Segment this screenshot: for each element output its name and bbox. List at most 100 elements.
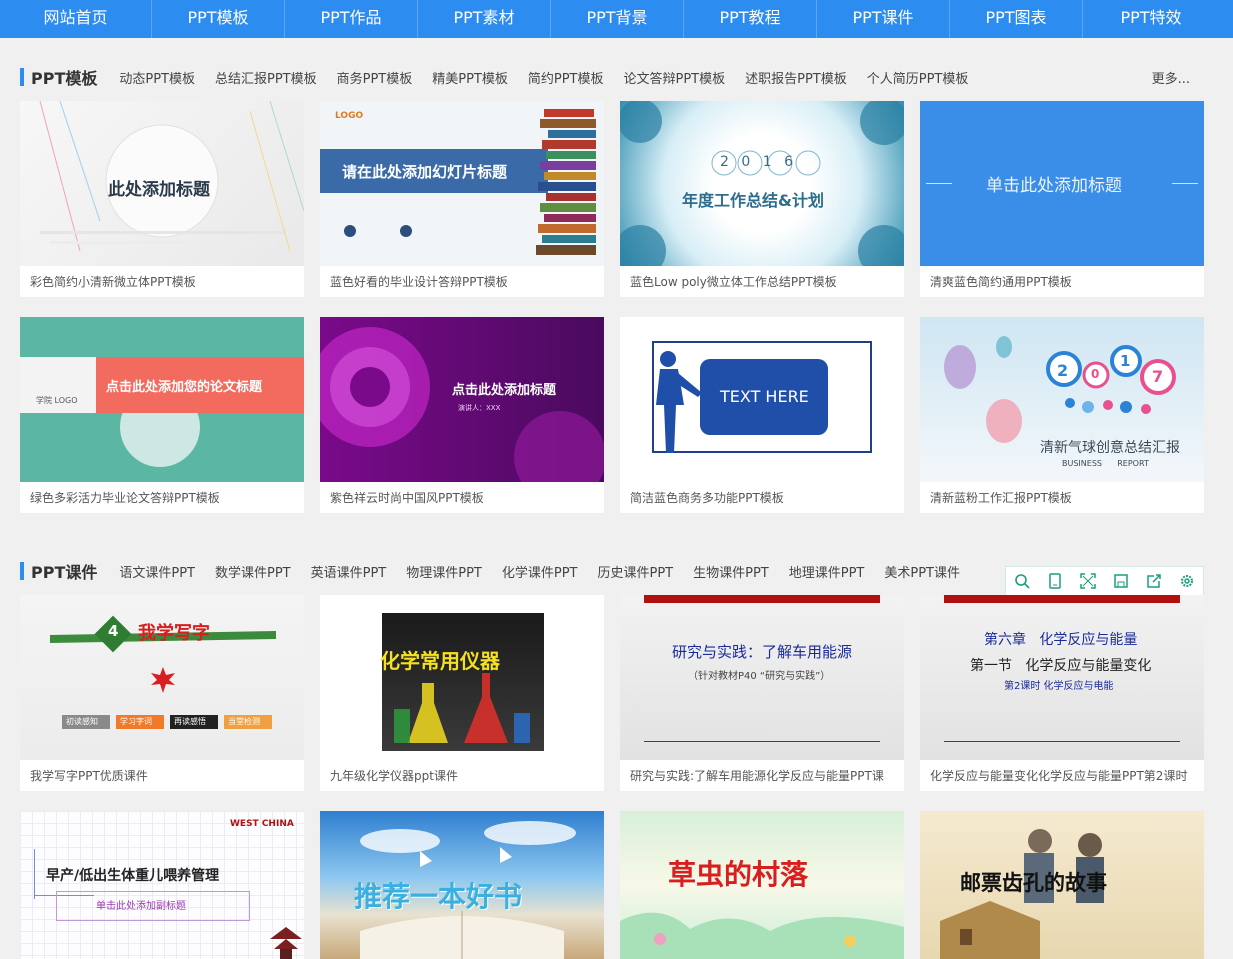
nav-ppt-courseware[interactable]: PPT课件 (817, 0, 950, 38)
category-link[interactable]: 论文答辩PPT模板 (624, 68, 726, 87)
thumbnail[interactable]: 2 0 1 6 年度工作总结&计划 (620, 101, 904, 266)
thumb-logo: 学院 LOGO (36, 396, 78, 405)
thumbnail[interactable]: 草虫的村落 (620, 811, 904, 959)
courseware-card[interactable]: 第六章 化学反应与能量 第一节 化学反应与能量变化 第2课时 化学反应与电能 化… (920, 595, 1204, 791)
share-icon[interactable] (1143, 570, 1165, 592)
nav-ppt-backgrounds[interactable]: PPT背景 (551, 0, 684, 38)
card-caption[interactable]: 绿色多彩活力毕业论文答辩PPT模板 (30, 489, 300, 506)
year-digit: 0 (1091, 367, 1100, 381)
thumbnail[interactable]: TEXT HERE (620, 317, 904, 482)
category-link[interactable]: 物理课件PPT (406, 562, 482, 581)
thumbnail[interactable]: 此处添加标题 (20, 101, 304, 266)
more-link[interactable]: 更多... (1152, 68, 1190, 87)
cloud-pattern (320, 327, 604, 482)
category-link[interactable]: 历史课件PPT (598, 562, 674, 581)
template-card[interactable]: 此处添加标题 彩色简约小清新微立体PPT模板 (20, 101, 304, 297)
thumb-title: 化学常用仪器 (380, 649, 500, 673)
category-link[interactable]: 精美PPT模板 (432, 68, 508, 87)
template-card[interactable]: 2 0 1 6 年度工作总结&计划 蓝色Low poly微立体工作总结PPT模板 (620, 101, 904, 297)
card-caption[interactable]: 清新蓝粉工作汇报PPT模板 (930, 489, 1200, 506)
template-card[interactable]: 点击此处添加标题 演讲人：XXX 紫色祥云时尚中国风PPT模板 (320, 317, 604, 513)
thumbnail[interactable]: 点击此处添加标题 演讲人：XXX (320, 317, 604, 482)
thumb-title: 研究与实践：了解车用能源 (672, 643, 853, 661)
category-link[interactable]: 动态PPT模板 (119, 68, 195, 87)
category-link[interactable]: 地理课件PPT (789, 562, 865, 581)
courseware-card[interactable]: 研究与实践：了解车用能源 （针对教材P40 “研究与实践”） 研究与实践:了解车… (620, 595, 904, 791)
thumbnail[interactable]: LOGO 请在此处添加幻灯片标题 (320, 101, 604, 266)
courseware-card[interactable]: 4 我学写字 初读感知 学习字词 再读感悟 当堂检测 我学写字PPT优质课件 (20, 595, 304, 791)
card-caption[interactable]: 蓝色好看的毕业设计答辩PPT模板 (330, 273, 600, 290)
thumbnail[interactable]: WEST CHINA 早产/低出生体重儿喂养管理 单击此处添加副标题 (20, 811, 304, 959)
floating-toolbar (1005, 566, 1204, 596)
thumb-subtitle: 单击此处添加副标题 (96, 901, 186, 912)
nav-home[interactable]: 网站首页 (0, 0, 152, 38)
user-icon (344, 225, 356, 237)
category-link[interactable]: 美术PPT课件 (884, 562, 960, 581)
courseware-card[interactable]: 草虫的村落 (620, 811, 904, 959)
save-icon[interactable] (1110, 570, 1132, 592)
year-digit: 2 (1057, 361, 1069, 380)
thumb-title: TEXT HERE (720, 387, 809, 406)
books-illustration (536, 109, 596, 255)
card-caption[interactable]: 清爽蓝色简约通用PPT模板 (930, 273, 1200, 290)
thumbnail[interactable]: 化学常用仪器 (320, 595, 604, 760)
expand-icon[interactable] (1077, 570, 1099, 592)
category-link[interactable]: 语文课件PPT (119, 562, 195, 581)
card-caption[interactable]: 九年级化学仪器ppt课件 (330, 767, 600, 784)
thumb-logo: WEST CHINA (230, 819, 294, 829)
category-link[interactable]: 英语课件PPT (311, 562, 387, 581)
nav-ppt-tutorials[interactable]: PPT教程 (684, 0, 817, 38)
pagoda-icon (270, 927, 302, 959)
courseware-card[interactable]: 推荐一本好书 (320, 811, 604, 959)
category-link[interactable]: 个人简历PPT模板 (867, 68, 969, 87)
divider (944, 741, 1180, 742)
tablet-icon[interactable] (1044, 570, 1066, 592)
thumbnail[interactable]: 4 我学写字 初读感知 学习字词 再读感悟 当堂检测 (20, 595, 304, 760)
gear-icon[interactable] (1176, 570, 1198, 592)
template-card[interactable]: 学院 LOGO 点击此处添加您的论文标题 绿色多彩活力毕业论文答辩PPT模板 (20, 317, 304, 513)
category-link[interactable]: 简约PPT模板 (528, 68, 604, 87)
category-link[interactable]: 总结汇报PPT模板 (215, 68, 317, 87)
thumb-title: 我学写字 (138, 623, 210, 644)
card-caption[interactable]: 简洁蓝色商务多功能PPT模板 (630, 489, 900, 506)
category-link[interactable]: 述职报告PPT模板 (745, 68, 847, 87)
thumb-line3: 第2课时 化学反应与电能 (1004, 681, 1114, 692)
nav-ppt-materials[interactable]: PPT素材 (418, 0, 551, 38)
template-card[interactable]: 单击此处添加标题 清爽蓝色简约通用PPT模板 (920, 101, 1204, 297)
thumbnail[interactable]: 研究与实践：了解车用能源 （针对教材P40 “研究与实践”） (620, 595, 904, 760)
card-caption[interactable]: 蓝色Low poly微立体工作总结PPT模板 (630, 273, 900, 290)
thumbnail[interactable]: 邮票齿孔的故事 (920, 811, 1204, 959)
year-digit: 1 (1120, 352, 1131, 370)
card-caption[interactable]: 紫色祥云时尚中国风PPT模板 (330, 489, 600, 506)
card-caption[interactable]: 彩色简约小清新微立体PPT模板 (30, 273, 300, 290)
search-icon[interactable] (1011, 570, 1033, 592)
category-link[interactable]: 化学课件PPT (502, 562, 578, 581)
courseware-card[interactable]: 化学常用仪器 九年级化学仪器ppt课件 (320, 595, 604, 791)
category-link[interactable]: 生物课件PPT (693, 562, 769, 581)
year-digit: 7 (1152, 367, 1164, 386)
nav-ppt-works[interactable]: PPT作品 (285, 0, 418, 38)
template-card[interactable]: 2 0 1 7 清新气球创意总结汇报 BUSINESS REPORT 清新蓝粉工… (920, 317, 1204, 513)
card-caption[interactable]: 研究与实践:了解车用能源化学反应与能量PPT课 (630, 767, 900, 784)
category-link[interactable]: 数学课件PPT (215, 562, 291, 581)
courseware-card[interactable]: 邮票齿孔的故事 (920, 811, 1204, 959)
thumb-subtitle: BUSINESS REPORT (1062, 459, 1149, 468)
thumbnail[interactable]: 2 0 1 7 清新气球创意总结汇报 BUSINESS REPORT (920, 317, 1204, 482)
card-caption[interactable]: 我学写字PPT优质课件 (30, 767, 300, 784)
thumbnail[interactable]: 第六章 化学反应与能量 第一节 化学反应与能量变化 第2课时 化学反应与电能 (920, 595, 1204, 760)
thumbnail[interactable]: 推荐一本好书 (320, 811, 604, 959)
nav-ppt-charts[interactable]: PPT图表 (950, 0, 1083, 38)
chip: 学习字词 (116, 715, 164, 729)
nav-ppt-templates[interactable]: PPT模板 (152, 0, 285, 38)
courseware-card[interactable]: WEST CHINA 早产/低出生体重儿喂养管理 单击此处添加副标题 (20, 811, 304, 959)
thumbnail[interactable]: 单击此处添加标题 (920, 101, 1204, 266)
divider (34, 849, 35, 899)
nav-ppt-effects[interactable]: PPT特效 (1083, 0, 1219, 38)
template-card[interactable]: TEXT HERE 简洁蓝色商务多功能PPT模板 (620, 317, 904, 513)
red-bar (944, 595, 1180, 603)
thumbnail[interactable]: 学院 LOGO 点击此处添加您的论文标题 (20, 317, 304, 482)
category-link[interactable]: 商务PPT模板 (337, 68, 413, 87)
template-card[interactable]: LOGO 请在此处添加幻灯片标题 蓝色好看的毕业设计答辩PPT模板 (320, 101, 604, 297)
card-caption[interactable]: 化学反应与能量变化化学反应与能量PPT第2课时 (930, 767, 1200, 784)
thumb-title: 此处添加标题 (108, 180, 210, 200)
